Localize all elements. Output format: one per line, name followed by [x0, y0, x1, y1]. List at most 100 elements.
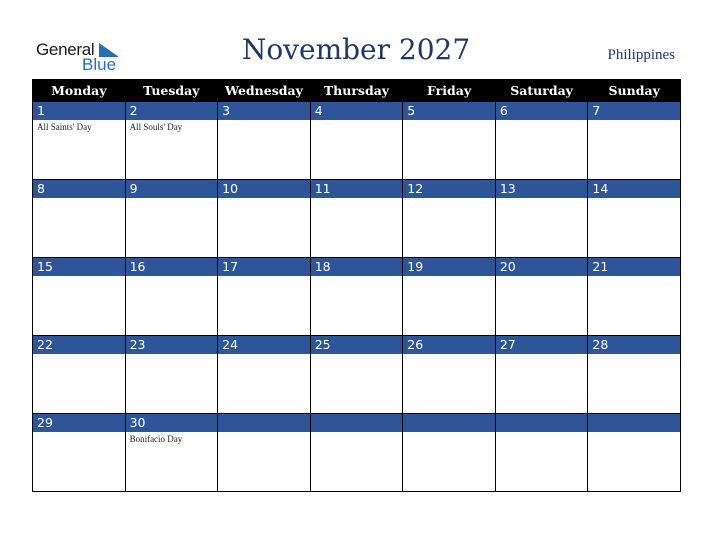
day-number: 14 [588, 180, 680, 198]
holiday-label [311, 198, 403, 200]
day-cell[interactable]: 16 [124, 257, 219, 336]
day-number: 13 [495, 180, 588, 198]
day-number: 5 [403, 102, 495, 120]
holiday-label [218, 120, 310, 122]
holiday-label: Bonifacio Day [129, 434, 183, 444]
day-cell[interactable]: 17 [217, 257, 311, 336]
weekday-header: Monday [32, 79, 126, 102]
holiday-label [33, 198, 125, 200]
day-number: 21 [588, 258, 680, 276]
day-cell[interactable]: 23 [124, 335, 219, 414]
page-title: November 2027 [241, 33, 471, 66]
week-row: 29 30 Bonifacio Day [32, 413, 681, 492]
day-cell[interactable]: 27 [494, 335, 589, 414]
day-cell[interactable]: 21 [587, 257, 681, 336]
day-cell[interactable] [309, 413, 404, 492]
day-number: 8 [33, 180, 125, 198]
day-cell[interactable] [402, 413, 496, 492]
day-number: 12 [403, 180, 495, 198]
weekday-header: Wednesday [217, 79, 311, 102]
day-cell[interactable]: 6 [494, 101, 589, 180]
day-cell[interactable]: 3 [217, 101, 311, 180]
day-number: 1 [33, 102, 125, 120]
day-number: 16 [125, 258, 218, 276]
day-cell[interactable]: 25 [309, 335, 404, 414]
day-number: 23 [125, 336, 218, 354]
week-row: 1 All Saints' Day 2 All Souls' Day 3 4 5 6 7 [32, 101, 681, 180]
day-cell[interactable]: 29 [32, 413, 126, 492]
holiday-label [496, 354, 588, 356]
weekday-header-row: Monday Tuesday Wednesday Thursday Friday… [32, 79, 681, 102]
day-number [310, 414, 403, 432]
day-number: 24 [218, 336, 310, 354]
holiday-label [311, 354, 403, 356]
day-cell[interactable]: 7 [587, 101, 681, 180]
day-cell[interactable]: 26 [402, 335, 496, 414]
day-cell[interactable]: 30 Bonifacio Day [124, 413, 219, 492]
day-number: 7 [588, 102, 680, 120]
day-cell[interactable]: 14 [587, 179, 681, 258]
holiday-label [126, 276, 218, 278]
day-cell[interactable]: 24 [217, 335, 311, 414]
holiday-label [218, 432, 310, 434]
day-number: 19 [403, 258, 495, 276]
day-cell[interactable] [587, 413, 681, 492]
day-number: 27 [495, 336, 588, 354]
weekday-header: Saturday [494, 79, 589, 102]
day-number: 25 [310, 336, 403, 354]
day-number [495, 414, 588, 432]
day-cell[interactable]: 9 [124, 179, 219, 258]
holiday-label [403, 432, 495, 434]
day-cell[interactable]: 20 [494, 257, 589, 336]
day-cell[interactable]: 4 [309, 101, 404, 180]
holiday-label: All Souls' Day [129, 122, 183, 132]
day-cell[interactable]: 5 [402, 101, 496, 180]
day-number: 4 [310, 102, 403, 120]
day-cell[interactable]: 19 [402, 257, 496, 336]
day-cell[interactable]: 8 [32, 179, 126, 258]
day-number: 20 [495, 258, 588, 276]
holiday-label [33, 432, 125, 434]
day-cell[interactable] [494, 413, 589, 492]
day-cell[interactable]: 13 [494, 179, 589, 258]
week-row: 8 9 10 11 12 13 14 [32, 179, 681, 258]
day-cell[interactable]: 15 [32, 257, 126, 336]
weekday-header: Tuesday [124, 79, 219, 102]
day-number: 10 [218, 180, 310, 198]
day-number: 6 [495, 102, 588, 120]
day-cell[interactable]: 18 [309, 257, 404, 336]
holiday-label [403, 354, 495, 356]
weekday-header: Friday [402, 79, 496, 102]
holiday-label [311, 432, 403, 434]
holiday-label [588, 276, 680, 278]
day-number: 28 [588, 336, 680, 354]
country-label: Philippines [607, 47, 675, 63]
holiday-label: All Saints' Day [37, 122, 92, 132]
day-number: 26 [403, 336, 495, 354]
day-number [403, 414, 495, 432]
holiday-label [403, 276, 495, 278]
day-cell[interactable]: 11 [309, 179, 404, 258]
day-cell[interactable] [217, 413, 311, 492]
holiday-label [311, 120, 403, 122]
holiday-label [588, 198, 680, 200]
holiday-label [496, 276, 588, 278]
day-cell[interactable]: 12 [402, 179, 496, 258]
day-cell[interactable]: 28 [587, 335, 681, 414]
day-number: 11 [310, 180, 403, 198]
weekday-header: Sunday [587, 79, 681, 102]
holiday-label [403, 198, 495, 200]
holiday-label [496, 432, 588, 434]
holiday-label [126, 198, 218, 200]
day-cell[interactable]: 2 All Souls' Day [124, 101, 219, 180]
day-number [218, 414, 310, 432]
day-cell[interactable]: 10 [217, 179, 311, 258]
day-number: 17 [218, 258, 310, 276]
holiday-label [33, 276, 125, 278]
day-cell[interactable]: 1 All Saints' Day [32, 101, 126, 180]
holiday-label [496, 198, 588, 200]
holiday-label [218, 354, 310, 356]
day-number: 15 [33, 258, 125, 276]
holiday-label [588, 432, 680, 434]
day-cell[interactable]: 22 [32, 335, 126, 414]
